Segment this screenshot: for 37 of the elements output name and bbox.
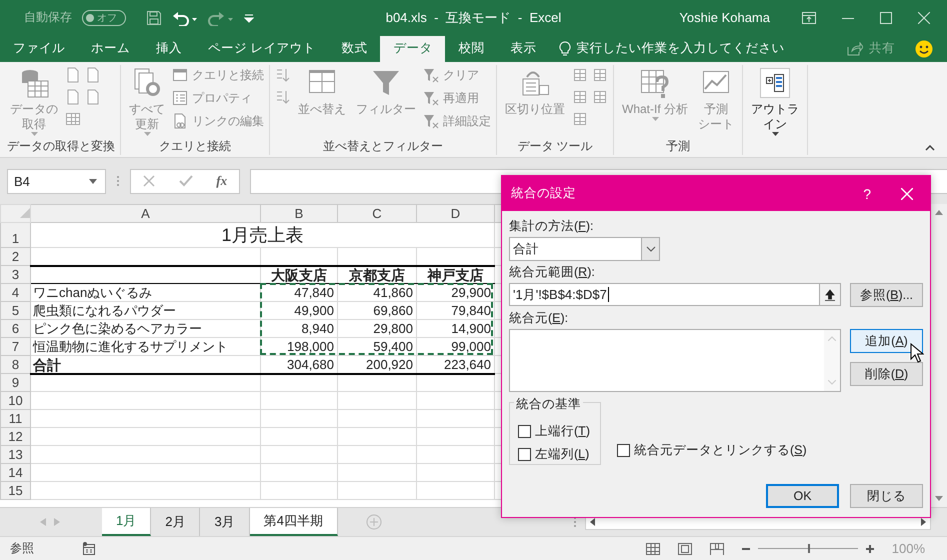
table-cell: 200,920: [338, 356, 416, 374]
table-cell: 8,940: [260, 320, 338, 338]
table-cell: 69,860: [338, 302, 416, 320]
table-cell: ピンク色に染めるヘアカラー: [30, 320, 260, 338]
group-label: データ ツール: [516, 138, 594, 156]
table-cell: 爬虫類になれるパウダー: [30, 302, 260, 320]
column-heading-cell: 京都支店: [338, 266, 416, 284]
dialog-title: 統合の設定: [511, 185, 576, 202]
autosave-label: 自動保存: [24, 9, 72, 26]
group-title: 統合の基準: [514, 396, 583, 413]
window-title: b04.xls - 互換モード - Excel: [386, 8, 562, 27]
table-cell: 99,000: [416, 338, 494, 356]
table-cell: 59,400: [338, 338, 416, 356]
table-cell: 223,640: [416, 356, 494, 374]
group-label: クエリと接続: [158, 138, 232, 156]
status-mode: 参照: [10, 540, 34, 558]
table-title: 1月売上表: [30, 222, 494, 248]
field-label: 集計の方法(F):: [509, 218, 594, 235]
table-cell: 41,860: [338, 284, 416, 302]
table-cell: 恒温動物に進化するサプリメント: [30, 338, 260, 356]
table-cell: 79,840: [416, 302, 494, 320]
user-name: Yoshie Kohama: [679, 10, 770, 26]
field-label: 統合元(E):: [509, 310, 570, 327]
table-cell: 29,800: [338, 320, 416, 338]
table-cell: 198,000: [260, 338, 338, 356]
column-heading-cell: 大阪支店: [260, 266, 338, 284]
table-cell: 47,840: [260, 284, 338, 302]
table-cell: 304,680: [260, 356, 338, 374]
group-label: データの取得と変換: [7, 138, 115, 156]
table-cell: 14,900: [416, 320, 494, 338]
field-label: 統合元範囲(R):: [509, 264, 596, 281]
group-label: 並べ替えとフィルター: [322, 138, 444, 156]
table-cell: 49,900: [260, 302, 338, 320]
group-label: 予測: [665, 138, 691, 156]
table-cell: 29,900: [416, 284, 494, 302]
column-heading-cell: 神戸支店: [416, 266, 494, 284]
table-cell: 合計: [30, 356, 260, 374]
